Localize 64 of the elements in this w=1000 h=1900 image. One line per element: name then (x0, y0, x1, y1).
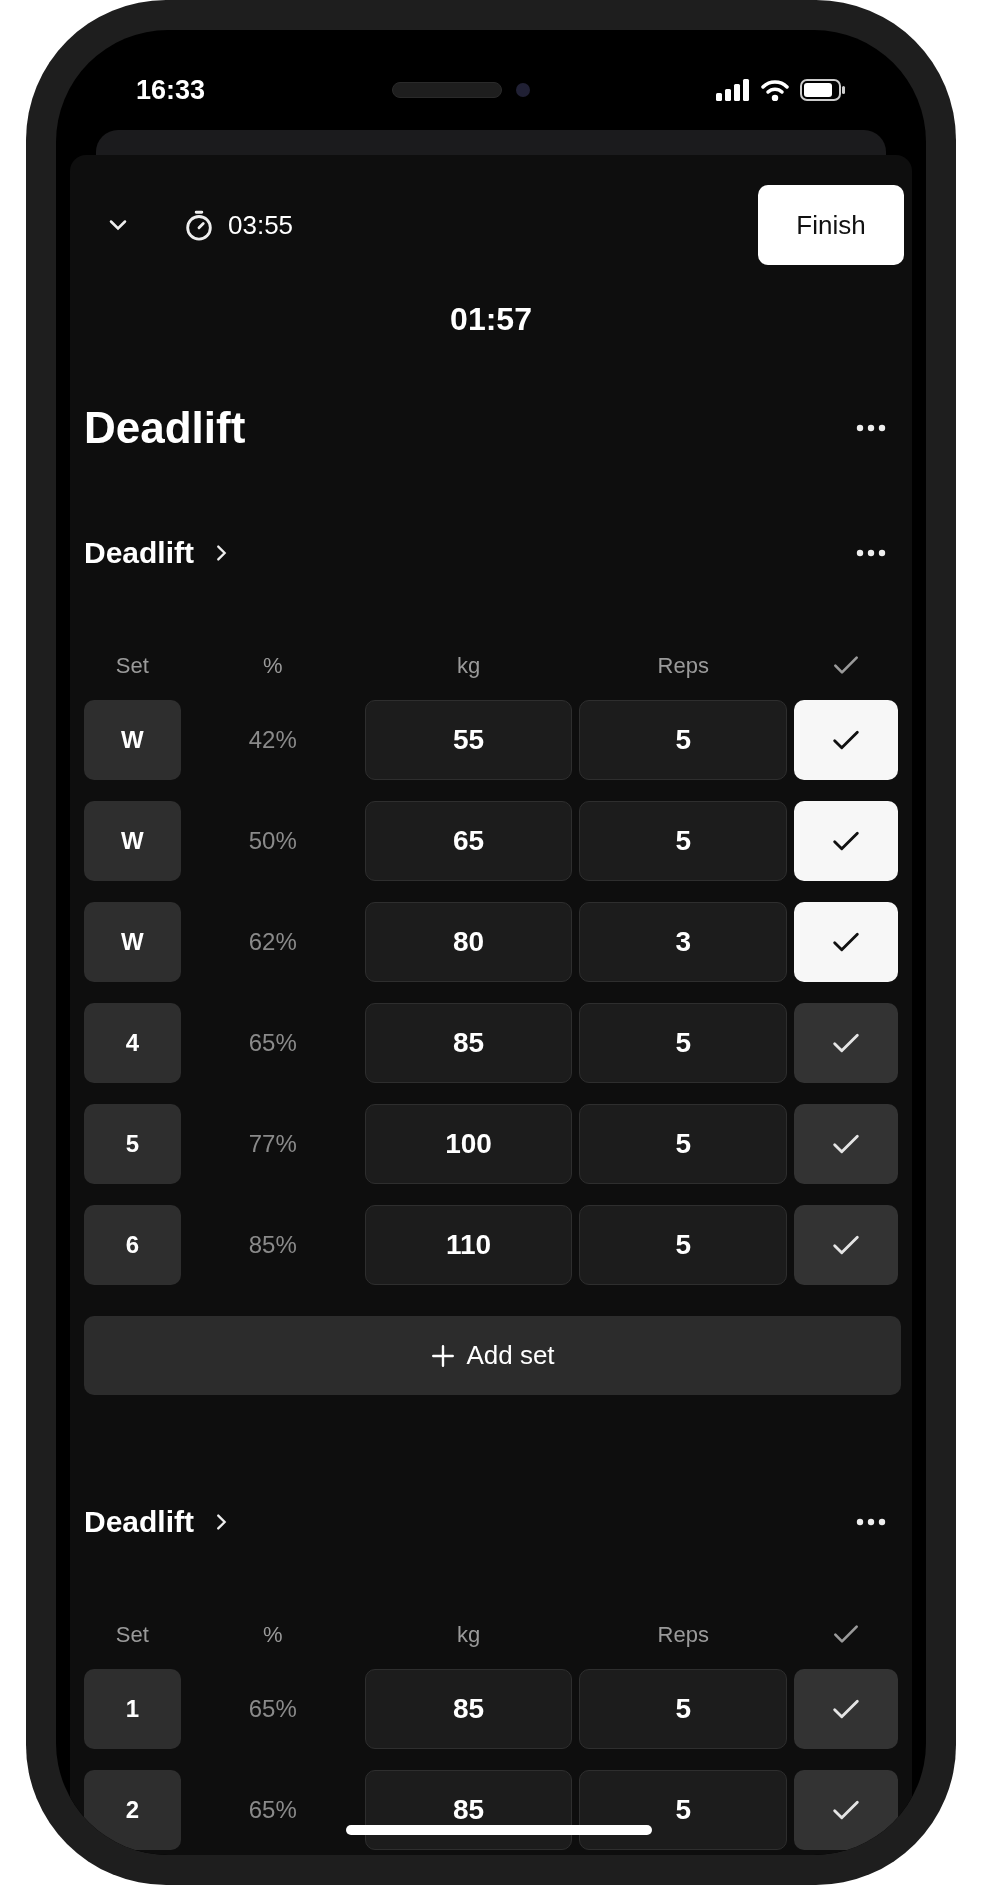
column-header: % (262, 651, 284, 680)
complete-checkbox[interactable] (794, 902, 898, 982)
status-time: 16:33 (136, 73, 206, 107)
set-label[interactable]: 4 (84, 1003, 181, 1083)
battery-icon (800, 79, 846, 101)
workout-timer: 03:55 (228, 208, 294, 242)
set-label[interactable]: 1 (84, 1669, 181, 1749)
weight-field[interactable]: 55 (364, 700, 573, 780)
column-header: kg (455, 1620, 482, 1649)
complete-checkbox[interactable] (794, 1205, 898, 1285)
reps-field[interactable]: 5 (579, 1205, 788, 1285)
set-label[interactable]: W (84, 801, 181, 881)
column-header: Reps (656, 651, 710, 680)
weight-field[interactable]: 80 (364, 902, 573, 982)
reps-field[interactable]: 5 (579, 1770, 788, 1850)
column-header: kg (455, 651, 482, 680)
reps-field[interactable]: 5 (579, 1669, 788, 1749)
add-set-button[interactable]: Add set (84, 1316, 901, 1395)
percent-text: 42% (247, 725, 298, 755)
set-label[interactable]: W (84, 902, 181, 982)
reps-field[interactable]: 5 (579, 700, 788, 780)
complete-checkbox[interactable] (794, 1003, 898, 1083)
reps-field[interactable]: 5 (579, 801, 788, 881)
workout-title: Deadlift (84, 403, 246, 453)
percent-text: 50% (247, 826, 298, 856)
percent-text: 65% (247, 1028, 298, 1058)
complete-checkbox[interactable] (794, 801, 898, 881)
percent-text: 65% (247, 1694, 298, 1724)
set-label[interactable]: 6 (84, 1205, 181, 1285)
complete-checkbox[interactable] (794, 1104, 898, 1184)
signal-icon (716, 79, 750, 101)
column-header: % (262, 1620, 284, 1649)
reps-field[interactable]: 5 (579, 1003, 788, 1083)
more-icon[interactable] (856, 1518, 886, 1526)
rest-timer: 01:57 (450, 303, 532, 335)
reps-field[interactable]: 5 (579, 1104, 788, 1184)
exercise-name[interactable]: Deadlift (84, 533, 194, 573)
weight-field[interactable]: 65 (364, 801, 573, 881)
more-icon[interactable] (856, 549, 886, 557)
camera-icon (515, 83, 530, 97)
set-label[interactable]: 2 (84, 1770, 181, 1850)
wifi-icon (760, 79, 790, 101)
set-label[interactable]: W (84, 700, 181, 780)
more-icon[interactable] (856, 424, 886, 432)
column-header: Reps (656, 1620, 710, 1649)
set-label[interactable]: 5 (84, 1104, 181, 1184)
reps-field[interactable]: 3 (579, 902, 788, 982)
weight-field[interactable]: 85 (364, 1669, 573, 1749)
finish-button[interactable]: Finish (758, 185, 904, 265)
percent-text: 77% (247, 1129, 298, 1159)
plus-icon (430, 1342, 457, 1369)
weight-field[interactable]: 110 (364, 1205, 573, 1285)
percent-text: 65% (247, 1795, 298, 1825)
speaker-grille-icon (391, 82, 502, 98)
exercise-name[interactable]: Deadlift (84, 1502, 194, 1542)
weight-field[interactable]: 85 (364, 1003, 573, 1083)
percent-text: 62% (247, 927, 298, 957)
complete-checkbox[interactable] (794, 1669, 898, 1749)
column-header: Set (114, 651, 150, 680)
complete-checkbox[interactable] (794, 700, 898, 780)
percent-text: 85% (247, 1230, 298, 1260)
weight-field[interactable]: 100 (364, 1104, 573, 1184)
column-header: Set (114, 1620, 150, 1649)
complete-checkbox[interactable] (794, 1770, 898, 1850)
